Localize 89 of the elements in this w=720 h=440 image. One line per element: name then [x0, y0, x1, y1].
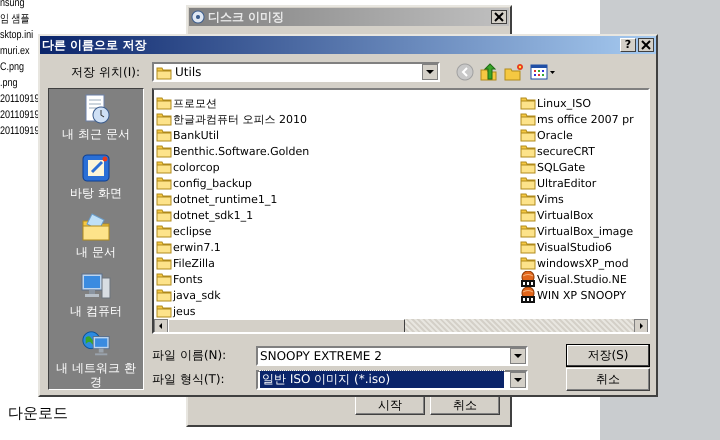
places-item[interactable]: 내 컴퓨터	[51, 270, 141, 329]
folder-icon	[520, 223, 536, 239]
file-item[interactable]: VirtualBox_image	[520, 223, 634, 239]
file-item[interactable]: WIN XP SNOOPY	[520, 287, 626, 303]
file-item[interactable]: VirtualBox	[520, 207, 594, 223]
folder-icon	[156, 191, 172, 207]
file-item[interactable]: Benthic.Software.Golden	[156, 143, 310, 159]
file-name[interactable]: C.png	[0, 59, 24, 75]
file-item[interactable]: 프로모션	[156, 95, 217, 111]
folder-icon	[520, 191, 536, 207]
desktop-icon	[80, 152, 112, 184]
folder-icon	[156, 255, 172, 271]
file-item[interactable]: VisualStudio6	[520, 239, 612, 255]
disc-image-icon	[520, 287, 536, 303]
folder-label: 다운로드	[8, 404, 68, 423]
file-item[interactable]: secureCRT	[520, 143, 595, 159]
file-name[interactable]: .png	[0, 75, 18, 91]
file-item[interactable]: jeus	[156, 303, 196, 319]
new-folder-icon	[504, 63, 524, 81]
file-item[interactable]: UltraEditor	[520, 175, 596, 191]
folder-icon	[156, 111, 172, 127]
folder-icon	[156, 64, 172, 80]
folder-icon	[520, 239, 536, 255]
file-item[interactable]: erwin7.1	[156, 239, 221, 255]
folder-icon	[520, 207, 536, 223]
file-name[interactable]: sktop.ini	[0, 27, 34, 43]
close-icon[interactable]	[491, 10, 507, 24]
folder-icon	[156, 239, 172, 255]
folder-icon	[156, 287, 172, 303]
field-label: 파일 형식(T):	[152, 371, 226, 388]
places-item[interactable]: 바탕 화면	[51, 152, 141, 211]
cancel-button[interactable]: 취소	[566, 368, 650, 391]
back-icon	[456, 63, 474, 81]
file-item[interactable]: Fonts	[156, 271, 203, 287]
folder-icon	[520, 255, 536, 271]
file-item[interactable]: config_backup	[156, 175, 252, 191]
disc-icon	[191, 10, 205, 24]
file-type-dropdown[interactable]: 일반 ISO 이미지 (*.iso)	[256, 370, 528, 390]
close-icon[interactable]	[638, 38, 654, 52]
dialog-button[interactable]: 취소	[430, 396, 500, 415]
file-name[interactable]: muri.ex	[0, 43, 30, 59]
places-item[interactable]: 내 문서	[51, 211, 141, 270]
help-button[interactable]: ?	[620, 38, 636, 52]
save-button[interactable]: 저장(S)	[566, 344, 650, 367]
folder-icon	[520, 175, 536, 191]
file-item[interactable]: SQLGate	[520, 159, 586, 175]
folder-icon	[520, 159, 536, 175]
field-label: 저장 위치(I):	[70, 64, 141, 80]
folder-icon	[156, 127, 172, 143]
folder-icon	[520, 127, 536, 143]
field-label: 파일 이름(N):	[152, 347, 228, 364]
file-item[interactable]: dotnet_runtime1_1	[156, 191, 278, 207]
file-item[interactable]: Vims	[520, 191, 564, 207]
places-item[interactable]: 내 최근 문서	[51, 93, 141, 152]
file-item[interactable]: eclipse	[156, 223, 212, 239]
folder-icon	[520, 111, 536, 127]
window-title: 다른 이름으로 저장	[42, 36, 148, 54]
file-item[interactable]: Oracle	[520, 127, 573, 143]
location-dropdown[interactable]: Utils	[152, 62, 440, 82]
dialog-button[interactable]: 시작	[355, 396, 425, 415]
file-item[interactable]: windowsXP_mod	[520, 255, 629, 271]
folder-icon	[156, 223, 172, 239]
file-item[interactable]: ms office 2007 pr	[520, 111, 634, 127]
file-item[interactable]: Visual.Studio.NE	[520, 271, 627, 287]
folder-icon	[156, 95, 172, 111]
file-item[interactable]: colorcop	[156, 159, 220, 175]
folder-icon	[156, 159, 172, 175]
folder-icon	[156, 175, 172, 191]
horizontal-scrollbar[interactable]	[154, 319, 648, 332]
disc-image-icon	[520, 271, 536, 287]
folder-icon	[156, 271, 172, 287]
file-item[interactable]: dotnet_sdk1_1	[156, 207, 254, 223]
file-item[interactable]: FileZilla	[156, 255, 215, 271]
file-item[interactable]: BankUtil	[156, 127, 220, 143]
folder-icon	[156, 303, 172, 319]
folder-icon	[156, 207, 172, 223]
up-folder-icon	[480, 63, 498, 81]
view-menu-icon	[530, 63, 556, 81]
file-name[interactable]: 임 샘플	[0, 11, 30, 27]
file-item[interactable]: Linux_ISO	[520, 95, 592, 111]
places-item[interactable]: 내 네트워크 환경	[51, 329, 141, 389]
folder-icon	[520, 143, 536, 159]
window-title: 디스크 이미징	[208, 8, 286, 26]
file-name-field[interactable]: SNOOPY EXTREME 2	[256, 346, 528, 366]
folder-icon	[156, 143, 172, 159]
file-item[interactable]: java_sdk	[156, 287, 221, 303]
folder-icon	[520, 95, 536, 111]
file-item[interactable]: 한글과컴퓨터 오피스 2010	[156, 111, 307, 127]
file-name[interactable]: nsung	[0, 0, 25, 11]
